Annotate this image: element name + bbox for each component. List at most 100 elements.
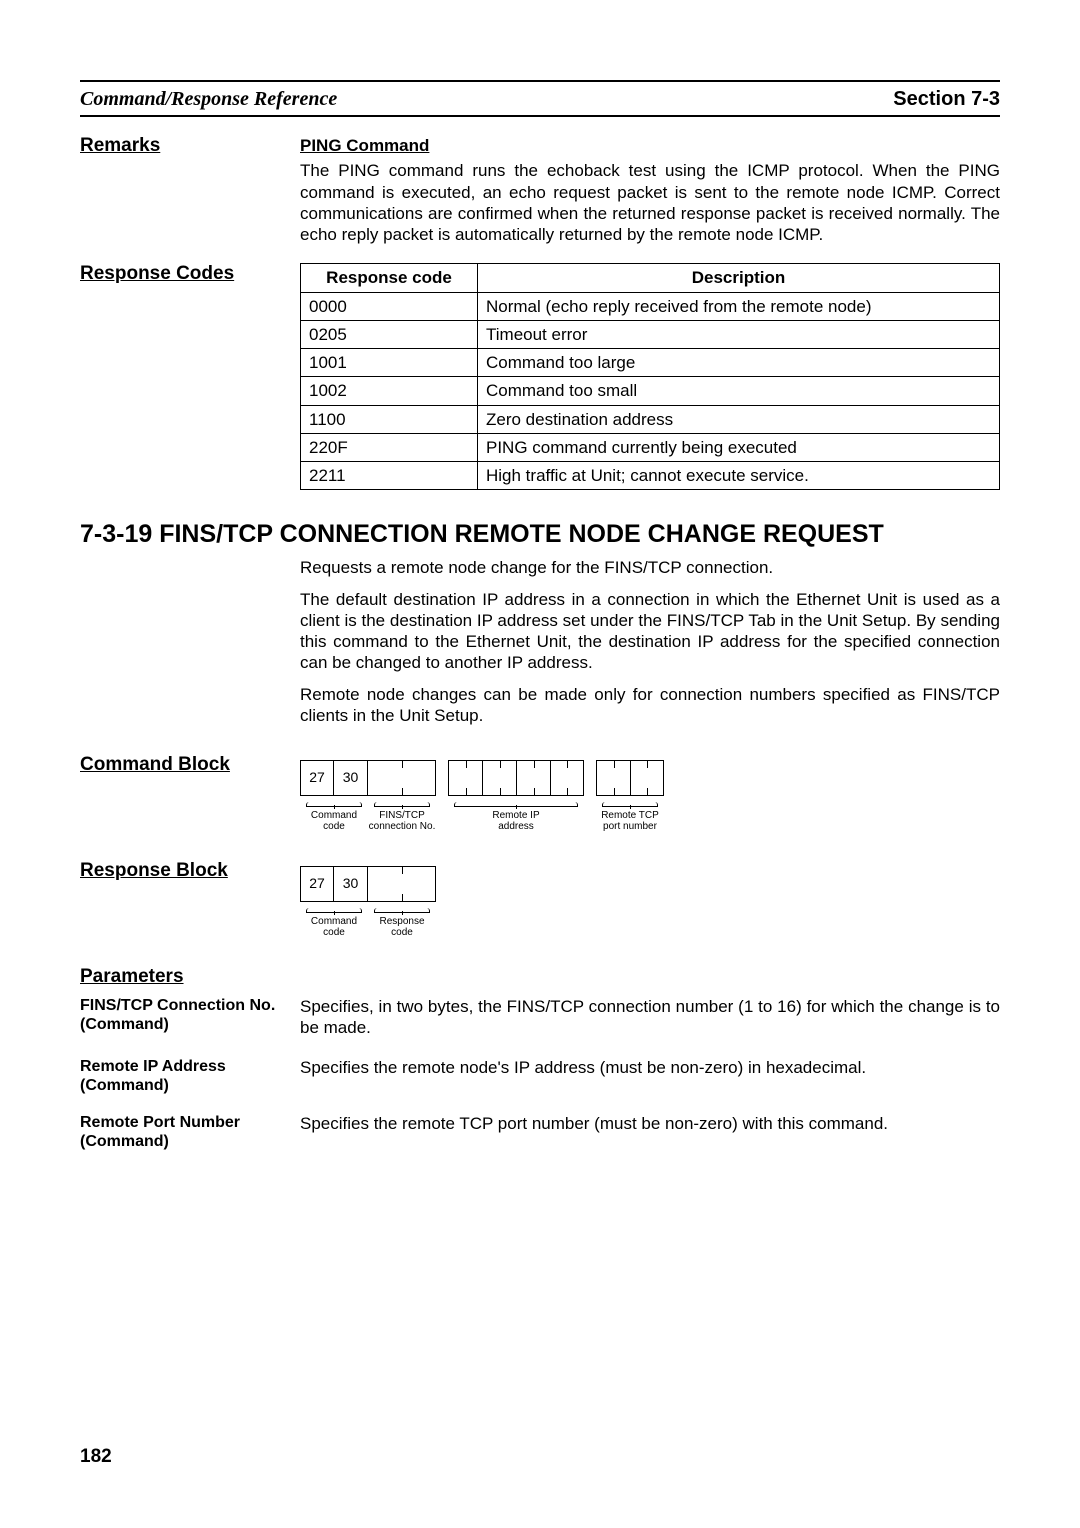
brace-label: address <box>498 821 534 832</box>
intro-p1: Requests a remote node change for the FI… <box>300 557 1000 578</box>
param-label: Remote Port Number (Command) <box>80 1113 300 1151</box>
header-left: Command/Response Reference <box>80 88 337 111</box>
brace-label: Command <box>311 916 357 927</box>
cell-desc: Command too small <box>478 377 1000 405</box>
page: Command/Response Reference Section 7-3 R… <box>0 0 1080 1528</box>
table-row: 220F PING command currently being execut… <box>301 433 1000 461</box>
brace-remote-port: Remote TCP port number <box>596 800 664 832</box>
gap <box>436 760 448 796</box>
param-desc: Specifies the remote node's IP address (… <box>300 1057 1000 1095</box>
brace-fins-tcp: FINS/TCP connection No. <box>368 800 436 832</box>
parameters-row: Parameters <box>80 966 1000 988</box>
parameters-heading: Parameters <box>80 966 300 988</box>
remarks-heading: Remarks <box>80 135 300 157</box>
section-intro-content: Requests a remote node change for the FI… <box>300 557 1000 736</box>
header-right: Section 7-3 <box>893 88 1000 111</box>
cmd-byte-27: 27 <box>300 760 334 796</box>
command-block-diagram: 27 30 Command code <box>300 760 1000 832</box>
brace-label: Response <box>379 916 424 927</box>
intro-p2: The default destination IP address in a … <box>300 589 1000 674</box>
th-code: Response code <box>301 264 478 292</box>
remote-port-byte <box>596 760 630 796</box>
response-block-content: 27 30 Command code Response code <box>300 860 1000 938</box>
gap <box>584 800 596 832</box>
response-block-row: Response Block 27 30 Command code Respon… <box>80 860 1000 938</box>
page-number: 182 <box>80 1446 112 1468</box>
cell-code: 220F <box>301 433 478 461</box>
command-block-heading: Command Block <box>80 754 300 776</box>
resp-byte-30: 30 <box>334 866 368 902</box>
cell-desc: Zero destination address <box>478 405 1000 433</box>
response-boxes: 27 30 <box>300 866 1000 902</box>
table-row: 0000 Normal (echo reply received from th… <box>301 292 1000 320</box>
response-codes-content: Response code Description 0000 Normal (e… <box>300 263 1000 490</box>
brace-label: port number <box>603 821 657 832</box>
param-row: FINS/TCP Connection No. (Command) Specif… <box>80 996 1000 1039</box>
cell-desc: High traffic at Unit; cannot execute ser… <box>478 462 1000 490</box>
cell-desc: PING command currently being executed <box>478 433 1000 461</box>
response-codes-row: Response Codes Response code Description… <box>80 263 1000 490</box>
remarks-content: PING Command The PING command runs the e… <box>300 135 1000 245</box>
brace-label: code <box>391 927 413 938</box>
brace-response-code: Response code <box>368 906 436 938</box>
table-row: 2211 High traffic at Unit; cannot execut… <box>301 462 1000 490</box>
resp-byte-27: 27 <box>300 866 334 902</box>
table-row: 1002 Command too small <box>301 377 1000 405</box>
param-row: Remote IP Address (Command) Specifies th… <box>80 1057 1000 1095</box>
response-codes-table: Response code Description 0000 Normal (e… <box>300 263 1000 490</box>
command-braces: Command code FINS/TCP connection No. Rem… <box>300 800 1000 832</box>
parameters-list: FINS/TCP Connection No. (Command) Specif… <box>80 996 1000 1151</box>
gap <box>436 800 448 832</box>
brace-command-code: Command code <box>300 800 368 832</box>
ping-command-text: The PING command runs the echoback test … <box>300 160 1000 245</box>
param-desc: Specifies the remote TCP port number (mu… <box>300 1113 1000 1151</box>
param-row: Remote Port Number (Command) Specifies t… <box>80 1113 1000 1151</box>
intro-p3: Remote node changes can be made only for… <box>300 684 1000 727</box>
cell-desc: Normal (echo reply received from the rem… <box>478 292 1000 320</box>
cell-desc: Timeout error <box>478 320 1000 348</box>
running-header: Command/Response Reference Section 7-3 <box>80 88 1000 117</box>
table-row: 0205 Timeout error <box>301 320 1000 348</box>
response-braces: Command code Response code <box>300 906 1000 938</box>
brace-label: Remote TCP <box>601 810 659 821</box>
remote-ip-byte <box>482 760 516 796</box>
command-boxes: 27 30 <box>300 760 1000 796</box>
cell-code: 0205 <box>301 320 478 348</box>
brace-label: FINS/TCP <box>379 810 425 821</box>
cell-code: 1001 <box>301 349 478 377</box>
response-codes-heading: Response Codes <box>80 263 300 285</box>
brace-remote-ip: Remote IP address <box>448 800 584 832</box>
brace-label: code <box>323 821 345 832</box>
param-label: Remote IP Address (Command) <box>80 1057 300 1095</box>
cmd-byte-30: 30 <box>334 760 368 796</box>
brace-command-code: Command code <box>300 906 368 938</box>
brace-label: connection No. <box>369 821 436 832</box>
section-intro: Requests a remote node change for the FI… <box>80 557 1000 736</box>
rule-top <box>80 80 1000 82</box>
cell-code: 1100 <box>301 405 478 433</box>
th-desc: Description <box>478 264 1000 292</box>
response-block-diagram: 27 30 Command code Response code <box>300 866 1000 938</box>
response-block-heading: Response Block <box>80 860 300 882</box>
param-label: FINS/TCP Connection No. (Command) <box>80 996 300 1039</box>
command-block-row: Command Block 27 30 <box>80 754 1000 832</box>
remote-port-byte <box>630 760 664 796</box>
brace-label: Command <box>311 810 357 821</box>
brace-label: Remote IP <box>492 810 539 821</box>
table-header-row: Response code Description <box>301 264 1000 292</box>
cell-code: 2211 <box>301 462 478 490</box>
remarks-row: Remarks PING Command The PING command ru… <box>80 135 1000 245</box>
brace-label: code <box>323 927 345 938</box>
remote-ip-byte <box>550 760 584 796</box>
cell-code: 1002 <box>301 377 478 405</box>
param-desc: Specifies, in two bytes, the FINS/TCP co… <box>300 996 1000 1039</box>
table-row: 1001 Command too large <box>301 349 1000 377</box>
table-row: 1100 Zero destination address <box>301 405 1000 433</box>
cell-code: 0000 <box>301 292 478 320</box>
cell-desc: Command too large <box>478 349 1000 377</box>
remote-ip-byte <box>516 760 550 796</box>
command-block-content: 27 30 Command code <box>300 754 1000 832</box>
gap <box>584 760 596 796</box>
response-code-field <box>368 866 436 902</box>
fins-tcp-conn-field <box>368 760 436 796</box>
